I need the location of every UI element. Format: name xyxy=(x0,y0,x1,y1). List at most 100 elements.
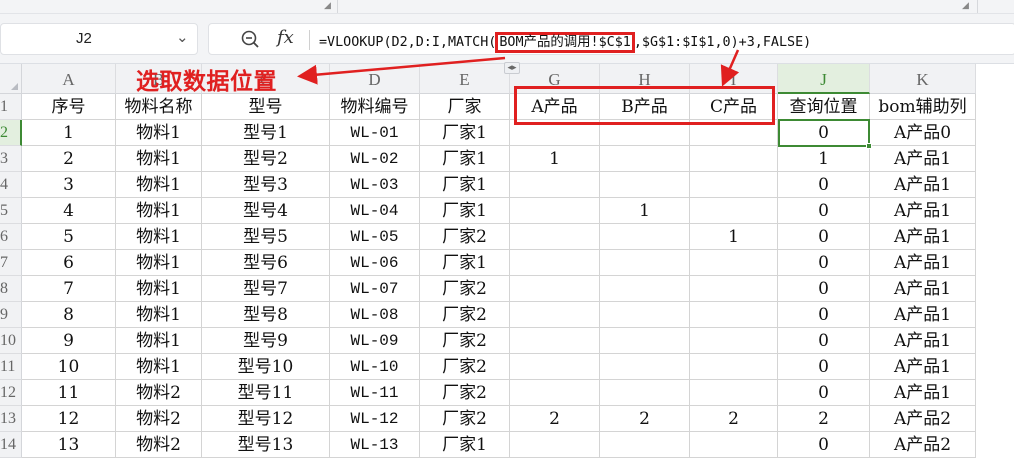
data-cell[interactable] xyxy=(690,354,778,380)
data-cell[interactable] xyxy=(510,198,600,224)
data-cell[interactable]: 7 xyxy=(22,276,116,302)
data-cell[interactable]: 6 xyxy=(22,250,116,276)
data-cell[interactable]: WL-02 xyxy=(330,146,420,172)
data-cell[interactable] xyxy=(690,302,778,328)
data-cell[interactable]: WL-11 xyxy=(330,380,420,406)
data-cell[interactable]: 型号2 xyxy=(202,146,330,172)
data-cell[interactable]: A产品1 xyxy=(870,146,976,172)
data-cell[interactable]: 物料1 xyxy=(116,198,202,224)
data-cell[interactable]: 3 xyxy=(22,172,116,198)
data-cell[interactable]: 0 xyxy=(778,224,870,250)
data-cell[interactable]: 物料1 xyxy=(116,224,202,250)
data-cell[interactable] xyxy=(510,120,600,146)
column-header-j[interactable]: J xyxy=(778,64,870,94)
data-cell[interactable] xyxy=(690,328,778,354)
column-header-g[interactable]: G xyxy=(510,64,600,94)
header-cell[interactable]: 厂家 xyxy=(420,94,510,120)
data-cell[interactable]: 厂家1 xyxy=(420,146,510,172)
data-cell[interactable]: 厂家2 xyxy=(420,224,510,250)
data-cell[interactable] xyxy=(600,328,690,354)
data-cell[interactable]: 厂家2 xyxy=(420,328,510,354)
header-cell[interactable]: A产品 xyxy=(510,94,600,120)
data-cell[interactable] xyxy=(690,380,778,406)
data-cell[interactable]: 物料1 xyxy=(116,250,202,276)
data-cell[interactable] xyxy=(690,198,778,224)
data-cell[interactable]: 0 xyxy=(778,380,870,406)
data-cell[interactable]: 0 xyxy=(778,198,870,224)
data-cell[interactable]: WL-04 xyxy=(330,198,420,224)
data-cell[interactable]: 物料1 xyxy=(116,276,202,302)
data-cell[interactable]: WL-07 xyxy=(330,276,420,302)
data-cell[interactable]: 型号3 xyxy=(202,172,330,198)
data-cell[interactable]: 0 xyxy=(778,276,870,302)
data-cell[interactable]: 型号1 xyxy=(202,120,330,146)
name-box[interactable]: J2 ⌄ xyxy=(0,23,198,55)
data-cell[interactable] xyxy=(510,432,600,458)
data-cell[interactable]: 厂家1 xyxy=(420,198,510,224)
data-cell[interactable]: A产品2 xyxy=(870,432,976,458)
data-cell[interactable]: WL-10 xyxy=(330,354,420,380)
data-cell[interactable]: 型号8 xyxy=(202,302,330,328)
splitter-icon[interactable]: ◂▸ xyxy=(504,62,520,74)
data-cell[interactable]: 12 xyxy=(22,406,116,432)
row-header-13[interactable]: 13 xyxy=(0,406,22,432)
header-cell[interactable]: 型号 xyxy=(202,94,330,120)
data-cell[interactable]: 厂家1 xyxy=(420,120,510,146)
row-header-14[interactable]: 14 xyxy=(0,432,22,458)
data-cell[interactable]: 型号5 xyxy=(202,224,330,250)
data-cell[interactable]: 型号13 xyxy=(202,432,330,458)
data-cell[interactable]: 0 xyxy=(778,354,870,380)
row-header-9[interactable]: 9 xyxy=(0,302,22,328)
fx-icon[interactable]: fx xyxy=(277,27,294,48)
data-cell[interactable] xyxy=(600,302,690,328)
data-cell[interactable]: 型号9 xyxy=(202,328,330,354)
column-header-h[interactable]: H xyxy=(600,64,690,94)
data-cell[interactable]: A产品1 xyxy=(870,172,976,198)
column-header-a[interactable]: A xyxy=(22,64,116,94)
data-cell[interactable]: 物料2 xyxy=(116,380,202,406)
data-cell[interactable] xyxy=(510,172,600,198)
data-cell[interactable]: 8 xyxy=(22,302,116,328)
data-cell[interactable]: 2 xyxy=(600,406,690,432)
data-cell[interactable] xyxy=(510,250,600,276)
data-cell[interactable] xyxy=(690,172,778,198)
data-cell[interactable]: WL-13 xyxy=(330,432,420,458)
header-cell[interactable]: B产品 xyxy=(600,94,690,120)
data-cell[interactable]: 物料2 xyxy=(116,406,202,432)
data-cell[interactable]: 10 xyxy=(22,354,116,380)
data-cell[interactable]: 型号6 xyxy=(202,250,330,276)
data-cell[interactable]: 0 xyxy=(778,172,870,198)
data-cell[interactable] xyxy=(600,146,690,172)
data-cell[interactable]: 1 xyxy=(22,120,116,146)
data-cell[interactable]: 物料2 xyxy=(116,432,202,458)
data-cell[interactable]: 0 xyxy=(778,250,870,276)
data-cell[interactable]: 型号12 xyxy=(202,406,330,432)
data-cell[interactable]: 厂家2 xyxy=(420,276,510,302)
row-header-10[interactable]: 10 xyxy=(0,328,22,354)
data-cell[interactable]: WL-08 xyxy=(330,302,420,328)
data-cell[interactable] xyxy=(690,276,778,302)
data-cell[interactable]: 13 xyxy=(22,432,116,458)
data-cell[interactable]: 9 xyxy=(22,328,116,354)
data-cell[interactable]: 物料1 xyxy=(116,120,202,146)
data-cell[interactable]: 型号10 xyxy=(202,354,330,380)
data-cell[interactable] xyxy=(600,432,690,458)
data-cell[interactable]: 厂家1 xyxy=(420,250,510,276)
row-header-12[interactable]: 12 xyxy=(0,380,22,406)
data-cell[interactable]: 1 xyxy=(600,198,690,224)
data-cell[interactable]: WL-12 xyxy=(330,406,420,432)
chevron-down-icon[interactable]: ⌄ xyxy=(176,28,189,46)
header-cell[interactable]: bom辅助列 xyxy=(870,94,976,120)
row-header-8[interactable]: 8 xyxy=(0,276,22,302)
data-cell[interactable]: 物料1 xyxy=(116,328,202,354)
data-cell[interactable]: 5 xyxy=(22,224,116,250)
data-cell[interactable]: 型号7 xyxy=(202,276,330,302)
data-cell[interactable]: A产品1 xyxy=(870,198,976,224)
fill-handle[interactable] xyxy=(866,143,872,149)
data-cell[interactable]: 2 xyxy=(690,406,778,432)
data-cell[interactable] xyxy=(600,120,690,146)
data-cell[interactable] xyxy=(510,380,600,406)
data-cell[interactable] xyxy=(600,380,690,406)
data-cell[interactable]: 0 xyxy=(778,432,870,458)
data-cell[interactable]: 厂家2 xyxy=(420,406,510,432)
